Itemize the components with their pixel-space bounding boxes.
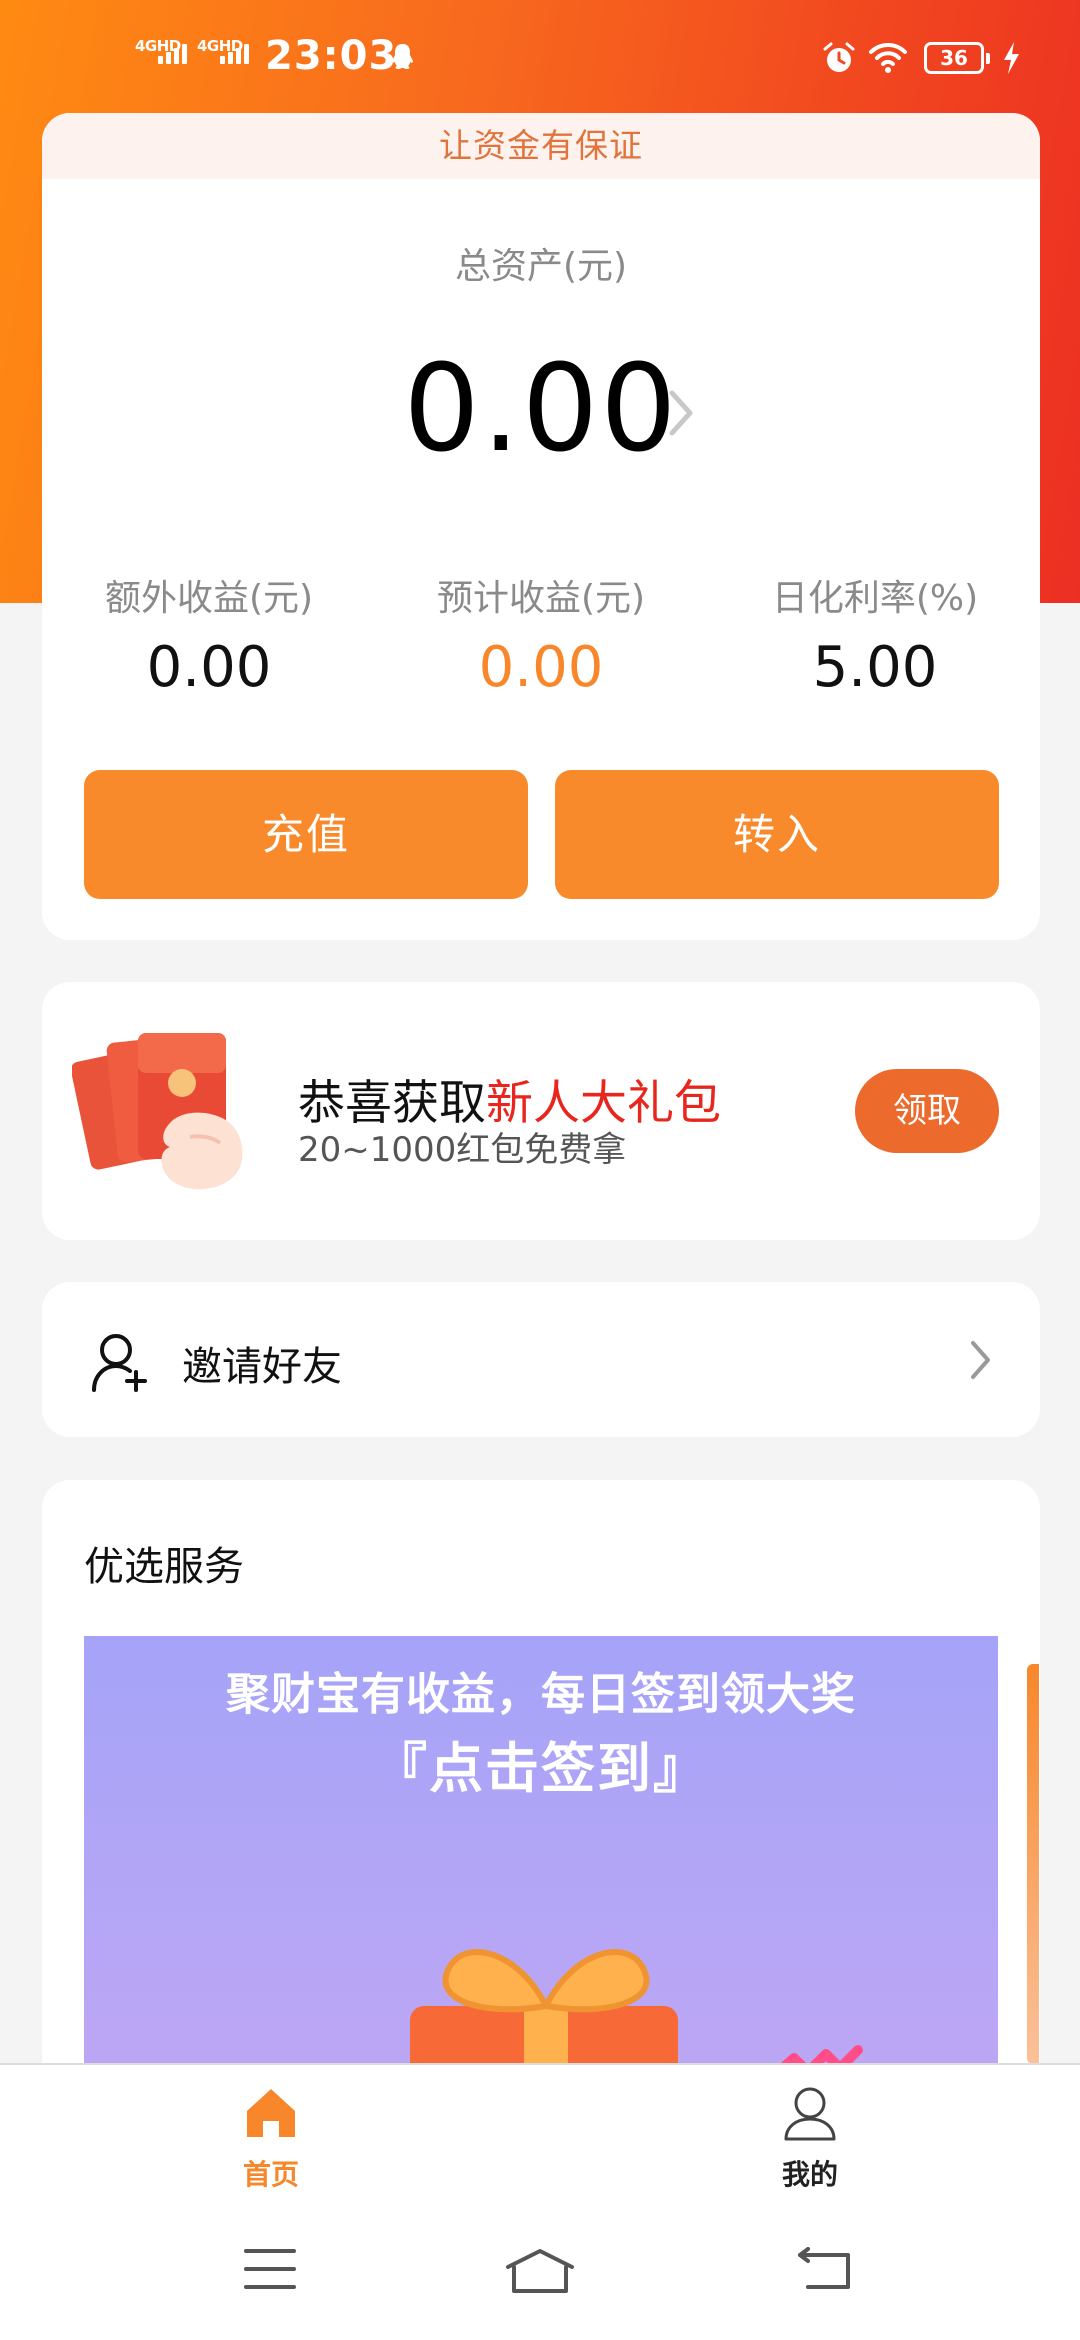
extra-earnings-metric: 额外收益(元) 0.00: [44, 569, 374, 700]
asset-card: 让资金有保证 总资产(元) 0.00 额外收益(元) 0.00 预计收益(元) …: [42, 113, 1040, 940]
recharge-button[interactable]: 充值: [84, 770, 528, 899]
scroll-indicator: [1027, 1664, 1039, 2064]
daily-rate-label: 日化利率(%): [771, 578, 979, 619]
chevron-right-icon: [971, 1341, 990, 1379]
user-icon: [784, 2087, 836, 2141]
invite-friends-label: 邀请好友: [182, 1344, 342, 1390]
signal-bars-icon: [158, 44, 187, 64]
battery-icon: 36: [924, 42, 990, 74]
alarm-icon: [823, 42, 855, 72]
guarantee-banner: 让资金有保证: [42, 113, 1040, 179]
expected-earnings-label: 预计收益(元): [436, 578, 646, 619]
status-bar: 4GHD 4GHD 23:03 36: [0, 0, 1080, 116]
home-nav-icon[interactable]: [504, 2247, 576, 2295]
promo-checkin-text: 『点击签到』: [373, 1736, 709, 1800]
total-assets-value[interactable]: 0.00: [42, 340, 1040, 479]
total-assets-label: 总资产(元): [454, 246, 628, 287]
status-time: 23:03: [265, 33, 398, 79]
expected-earnings-value: 0.00: [478, 635, 604, 700]
bottom-tab-bar: 首页 我的: [0, 2063, 1080, 2203]
expected-earnings-metric: 预计收益(元) 0.00: [376, 569, 706, 700]
qq-penguin-icon: [392, 44, 413, 69]
charging-bolt-icon: [1004, 42, 1019, 74]
invite-friends-row[interactable]: 邀请好友: [42, 1282, 1040, 1437]
system-navigation-bar: [0, 2203, 1080, 2340]
claim-button[interactable]: 领取: [855, 1069, 999, 1153]
signal-bars-icon-2: [220, 44, 249, 64]
new-user-gift-card[interactable]: 恭喜获取新人大礼包 20~1000红包免费拿 领取: [42, 982, 1040, 1240]
tab-home-label: 首页: [242, 2158, 299, 2191]
chevron-right-icon[interactable]: [662, 383, 702, 443]
menu-icon[interactable]: [244, 2247, 296, 2291]
tab-mine-label: 我的: [781, 2158, 838, 2191]
daily-rate-metric: 日化利率(%) 5.00: [710, 569, 1040, 700]
extra-earnings-value: 0.00: [146, 635, 272, 700]
daily-rate-value: 5.00: [812, 635, 938, 700]
gift-subtitle: 20~1000红包免费拿: [298, 1130, 627, 1170]
tab-mine[interactable]: 我的: [730, 2083, 890, 2193]
back-icon[interactable]: [796, 2247, 852, 2291]
red-envelope-icon: [72, 1033, 243, 1190]
add-user-icon: [92, 1334, 147, 1392]
tab-home[interactable]: 首页: [191, 2083, 351, 2193]
extra-earnings-label: 额外收益(元): [104, 578, 314, 619]
wifi-icon: [869, 42, 907, 73]
home-icon: [247, 2089, 295, 2137]
services-title: 优选服务: [84, 1544, 244, 1590]
promo-headline: 聚财宝有收益，每日签到领大奖: [226, 1669, 856, 1720]
transfer-in-button[interactable]: 转入: [555, 770, 999, 899]
